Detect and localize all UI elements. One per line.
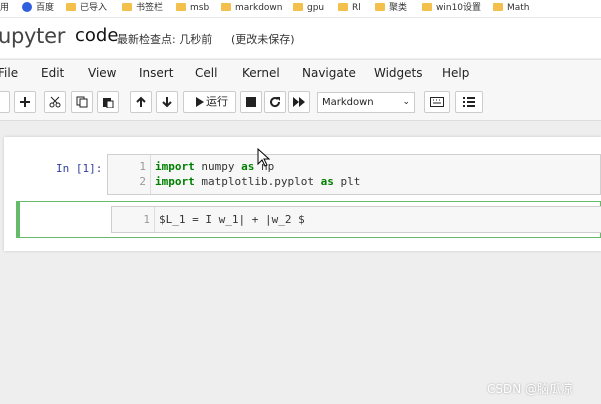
- cell-type-select[interactable]: Markdown ⌄: [317, 92, 415, 113]
- bookmark-folder[interactable]: 聚类: [375, 1, 407, 16]
- line-number: 2: [139, 175, 146, 188]
- keyboard-icon: [430, 97, 444, 107]
- arrow-down-icon: [162, 97, 172, 108]
- add-cell-button[interactable]: [14, 91, 36, 113]
- markdown-cell-input[interactable]: 1 $L_1 = I w_1| + |w_2 $: [111, 206, 601, 233]
- menu-help[interactable]: Help: [442, 66, 469, 80]
- jupyter-logo[interactable]: upyter: [0, 24, 65, 48]
- menu-bar: File Edit View Insert Cell Kernel Naviga…: [0, 59, 601, 88]
- mouse-pointer-icon: [257, 148, 271, 167]
- folder-icon: [493, 2, 503, 11]
- line-number: 1: [143, 213, 150, 226]
- bookmark-folder[interactable]: msb: [176, 1, 209, 16]
- folder-icon: [176, 2, 186, 11]
- bookmark-folder[interactable]: 已导入: [66, 1, 107, 16]
- menu-cell[interactable]: Cell: [195, 66, 217, 80]
- menu-insert[interactable]: Insert: [139, 66, 173, 80]
- interrupt-button[interactable]: [240, 91, 262, 113]
- folder-icon: [221, 2, 231, 11]
- scissors-icon: [49, 96, 61, 108]
- menu-view[interactable]: View: [88, 66, 116, 80]
- checkpoint-status: 最新检查点: 几秒前: [117, 33, 213, 46]
- menu-edit[interactable]: Edit: [41, 66, 64, 80]
- bookmark-folder[interactable]: Math: [493, 1, 530, 16]
- run-button[interactable]: 运行: [183, 91, 236, 113]
- bookmark-baidu[interactable]: 百度: [22, 1, 54, 16]
- code-line: import matplotlib.pyplot as plt: [155, 175, 361, 188]
- paste-icon: [103, 98, 114, 108]
- chevron-down-icon: ⌄: [402, 97, 410, 107]
- folder-icon: [293, 2, 303, 11]
- folder-icon: [338, 2, 348, 11]
- move-up-button[interactable]: [130, 91, 152, 113]
- folder-icon: [422, 2, 432, 11]
- notebook-header: upyter code 最新检查点: 几秒前 (更改未保存): [0, 18, 601, 58]
- markdown-text: $L_1 = I w_1| + |w_2 $: [159, 213, 305, 226]
- code-cell-input[interactable]: 1 2 import numpy as np import matplotlib…: [107, 154, 601, 195]
- list-icon: [463, 97, 475, 107]
- plus-icon: [20, 97, 30, 107]
- bookmarks-bar: 用 百度 已导入 书签栏 msb markdown gpu Rl 聚类 win1…: [0, 0, 601, 18]
- refresh-icon: [270, 97, 281, 108]
- bookmark-folder[interactable]: Rl: [338, 1, 361, 16]
- cut-button[interactable]: [44, 91, 66, 113]
- command-palette-button[interactable]: [424, 91, 450, 113]
- baidu-icon: [22, 1, 32, 12]
- watermark: CSDN @脑瓜凉: [487, 382, 574, 396]
- input-prompt: In [1]:: [56, 162, 103, 175]
- line-number: 1: [139, 160, 146, 173]
- gutter-divider: [154, 207, 155, 232]
- fast-forward-icon: [293, 97, 305, 107]
- play-icon: [196, 97, 204, 107]
- notebook-name[interactable]: code: [75, 25, 118, 46]
- menu-widgets[interactable]: Widgets: [374, 66, 423, 80]
- toc-button[interactable]: [455, 91, 483, 113]
- folder-icon: [122, 2, 132, 11]
- paste-button[interactable]: [97, 91, 119, 113]
- folder-icon: [66, 2, 76, 11]
- folder-icon: [375, 2, 385, 11]
- arrow-up-icon: [136, 96, 146, 107]
- menu-navigate[interactable]: Navigate: [302, 66, 356, 80]
- bookmark-item[interactable]: 用: [0, 1, 9, 16]
- markdown-cell-active[interactable]: 1 $L_1 = I w_1| + |w_2 $: [16, 201, 601, 238]
- restart-button[interactable]: [264, 91, 286, 113]
- bookmark-folder[interactable]: markdown: [221, 1, 282, 16]
- bookmark-folder[interactable]: gpu: [293, 1, 324, 16]
- autosave-status: (更改未保存): [231, 33, 295, 46]
- menu-kernel[interactable]: Kernel: [242, 66, 280, 80]
- menu-file[interactable]: File: [0, 66, 18, 80]
- move-down-button[interactable]: [156, 91, 178, 113]
- toolbar: 运行 Markdown ⌄: [0, 87, 601, 121]
- save-button[interactable]: [0, 91, 10, 113]
- notebook-container: In [1]: 1 2 import numpy as np import ma…: [4, 137, 601, 251]
- copy-button[interactable]: [71, 91, 93, 113]
- stop-icon: [246, 97, 256, 107]
- bookmark-folder[interactable]: win10设置: [422, 1, 481, 16]
- bookmark-folder[interactable]: 书签栏: [122, 1, 163, 16]
- copy-icon: [76, 96, 88, 108]
- gutter-divider: [150, 155, 151, 194]
- fast-forward-button[interactable]: [288, 91, 310, 113]
